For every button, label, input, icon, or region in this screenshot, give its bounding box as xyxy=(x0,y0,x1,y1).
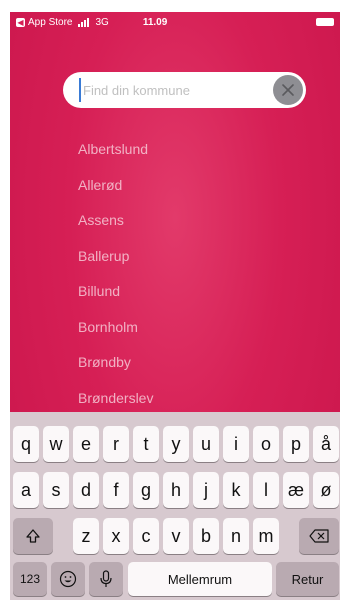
space-key[interactable]: Mellemrum xyxy=(128,562,272,596)
key-u[interactable]: u xyxy=(193,426,219,462)
key-c[interactable]: c xyxy=(133,518,159,554)
key-l[interactable]: l xyxy=(253,472,279,508)
key-aa[interactable]: å xyxy=(313,426,339,462)
key-n[interactable]: n xyxy=(223,518,249,554)
keyboard: q w e r t y u i o p å a s d f g h j k l … xyxy=(10,412,340,600)
municipality-item[interactable]: Bornholm xyxy=(78,310,153,346)
key-t[interactable]: t xyxy=(133,426,159,462)
shift-key[interactable] xyxy=(13,518,53,554)
microphone-icon xyxy=(100,570,112,587)
key-w[interactable]: w xyxy=(43,426,69,462)
return-key[interactable]: Retur xyxy=(276,562,339,596)
municipality-item[interactable]: Allerød xyxy=(78,168,153,204)
key-k[interactable]: k xyxy=(223,472,249,508)
municipality-item[interactable]: Brøndby xyxy=(78,345,153,381)
key-r[interactable]: r xyxy=(103,426,129,462)
municipality-list: Albertslund Allerød Assens Ballerup Bill… xyxy=(78,132,153,416)
key-y[interactable]: y xyxy=(163,426,189,462)
key-g[interactable]: g xyxy=(133,472,159,508)
numbers-key[interactable]: 123 xyxy=(13,562,47,596)
key-e[interactable]: e xyxy=(73,426,99,462)
municipality-item[interactable]: Assens xyxy=(78,203,153,239)
delete-key[interactable] xyxy=(299,518,339,554)
emoji-key[interactable] xyxy=(51,562,85,596)
key-f[interactable]: f xyxy=(103,472,129,508)
key-ae[interactable]: æ xyxy=(283,472,309,508)
key-oe[interactable]: ø xyxy=(313,472,339,508)
signal-icon xyxy=(78,17,90,27)
municipality-item[interactable]: Billund xyxy=(78,274,153,310)
key-x[interactable]: x xyxy=(103,518,129,554)
back-arrow-icon: ◀ xyxy=(16,17,25,27)
back-to-app-link[interactable]: ◀ App Store xyxy=(16,17,72,28)
key-z[interactable]: z xyxy=(73,518,99,554)
search-input[interactable] xyxy=(79,78,259,102)
dictation-key[interactable] xyxy=(89,562,123,596)
municipality-item[interactable]: Ballerup xyxy=(78,239,153,275)
backspace-icon xyxy=(309,529,329,543)
emoji-icon xyxy=(59,570,77,588)
key-i[interactable]: i xyxy=(223,426,249,462)
key-q[interactable]: q xyxy=(13,426,39,462)
close-icon xyxy=(282,84,294,96)
key-b[interactable]: b xyxy=(193,518,219,554)
search-bar xyxy=(63,72,306,108)
key-s[interactable]: s xyxy=(43,472,69,508)
municipality-item[interactable]: Brønderslev xyxy=(78,381,153,417)
status-bar: ◀ App Store 3G 11.09 xyxy=(10,12,340,32)
key-j[interactable]: j xyxy=(193,472,219,508)
key-p[interactable]: p xyxy=(283,426,309,462)
battery-icon xyxy=(316,18,334,26)
key-o[interactable]: o xyxy=(253,426,279,462)
key-v[interactable]: v xyxy=(163,518,189,554)
clock: 11.09 xyxy=(142,16,168,28)
clear-search-button[interactable] xyxy=(273,75,303,105)
network-label: 3G xyxy=(95,16,109,28)
shift-icon xyxy=(26,529,40,543)
key-m[interactable]: m xyxy=(253,518,279,554)
municipality-item[interactable]: Albertslund xyxy=(78,132,153,168)
key-d[interactable]: d xyxy=(73,472,99,508)
app-screen: ◀ App Store 3G 11.09 Albertslund Allerød… xyxy=(10,12,340,600)
back-app-label: App Store xyxy=(28,16,73,28)
key-h[interactable]: h xyxy=(163,472,189,508)
key-a[interactable]: a xyxy=(13,472,39,508)
